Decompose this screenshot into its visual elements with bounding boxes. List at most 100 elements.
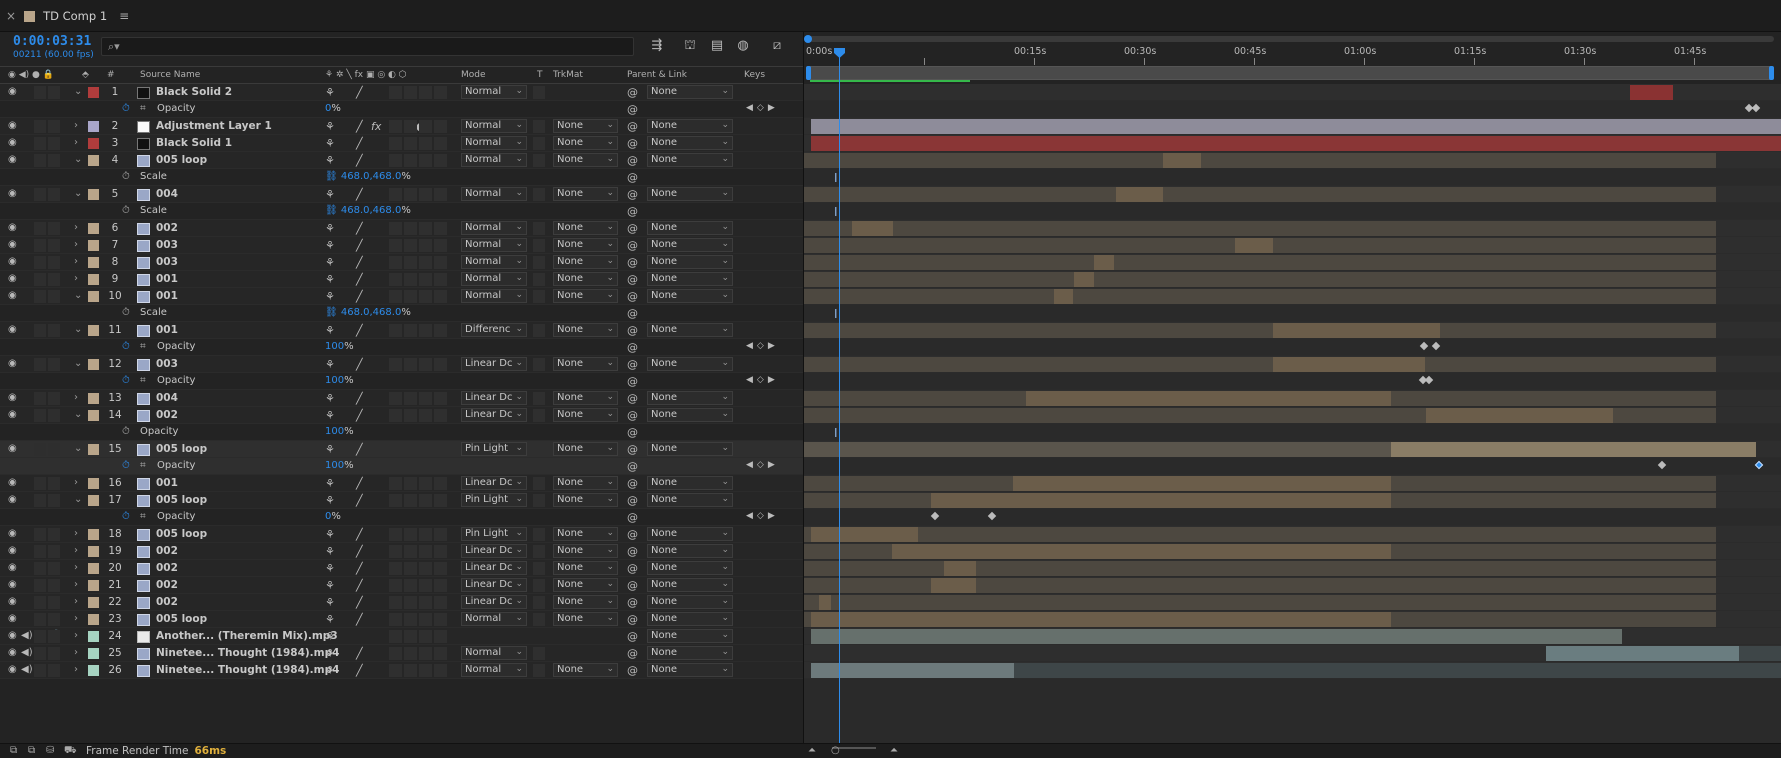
- layer-duration-bar[interactable]: [1426, 408, 1613, 423]
- timeline-track[interactable]: [804, 594, 1781, 611]
- quality-icon[interactable]: ╱: [356, 647, 363, 660]
- visibility-eye-icon[interactable]: ◉: [8, 222, 17, 233]
- switch-cell[interactable]: [404, 154, 417, 167]
- switch-cell[interactable]: [434, 562, 447, 575]
- pick-whip-icon[interactable]: @: [627, 579, 638, 592]
- quality-icon[interactable]: ╱: [356, 120, 363, 133]
- property-row[interactable]: ⏱ ⌗ Opacity 0% @ ◀◇▶: [0, 101, 803, 118]
- switch-cell[interactable]: [434, 154, 447, 167]
- switch-cell[interactable]: [404, 647, 417, 660]
- layer-duration-bar[interactable]: [804, 255, 1716, 270]
- expression-pick-whip-icon[interactable]: @: [627, 426, 638, 439]
- visibility-eye-icon[interactable]: ◉: [8, 154, 17, 165]
- switch-cell[interactable]: [419, 443, 432, 456]
- parent-select[interactable]: None ⌄: [647, 187, 733, 201]
- lock-switch[interactable]: [48, 256, 60, 269]
- layer-duration-bar[interactable]: [804, 272, 1716, 287]
- blend-mode-select[interactable]: Linear Dc ⌄: [461, 561, 527, 575]
- blend-mode-select[interactable]: Differenc ⌄: [461, 323, 527, 337]
- lock-switch[interactable]: [48, 443, 60, 456]
- solo-switch[interactable]: [34, 273, 46, 286]
- t-column-header[interactable]: T: [537, 70, 543, 80]
- switch-cell[interactable]: [419, 222, 432, 235]
- label-color-swatch[interactable]: [88, 444, 99, 455]
- switch-cell[interactable]: [404, 443, 417, 456]
- switch-cell[interactable]: [389, 222, 402, 235]
- layer-name[interactable]: 005 loop: [156, 613, 207, 625]
- switch-cell[interactable]: [434, 494, 447, 507]
- switch-cell[interactable]: [404, 562, 417, 575]
- pick-whip-icon[interactable]: @: [627, 613, 638, 626]
- pick-whip-icon[interactable]: @: [627, 630, 638, 643]
- visibility-eye-icon[interactable]: ◉: [8, 409, 17, 420]
- pick-whip-icon[interactable]: @: [627, 273, 638, 286]
- layer-row[interactable]: ◉ › 19 002 ⚘ ╱ Linear Dc ⌄ None ⌄ @ None ⌄: [0, 543, 803, 560]
- lock-switch[interactable]: [48, 596, 60, 609]
- parent-select[interactable]: None ⌄: [647, 527, 733, 541]
- blend-mode-select[interactable]: Normal ⌄: [461, 119, 527, 133]
- switch-cell[interactable]: [404, 409, 417, 422]
- switch-cell[interactable]: [389, 494, 402, 507]
- pick-whip-icon[interactable]: @: [627, 239, 638, 252]
- lock-switch[interactable]: [48, 630, 60, 643]
- solo-switch[interactable]: [34, 477, 46, 490]
- switch-cell[interactable]: [419, 120, 432, 133]
- zoom-in-icon[interactable]: ⏶: [890, 745, 898, 756]
- switch-cell[interactable]: [389, 324, 402, 337]
- expression-pick-whip-icon[interactable]: @: [627, 511, 638, 524]
- layer-name[interactable]: 005 loop: [156, 494, 207, 506]
- visibility-eye-icon[interactable]: ◉: [8, 562, 17, 573]
- graph-icon[interactable]: ⌗: [140, 103, 146, 114]
- switch-cell[interactable]: [419, 409, 432, 422]
- switch-cell[interactable]: [404, 86, 417, 99]
- layer-duration-bar[interactable]: [1630, 85, 1673, 100]
- chevron-right-icon[interactable]: ›: [74, 120, 78, 131]
- layer-name[interactable]: Adjustment Layer 1: [156, 120, 272, 132]
- stopwatch-icon[interactable]: ⏱: [122, 426, 130, 437]
- shy-icon[interactable]: ⚘: [325, 86, 335, 99]
- switch-cell[interactable]: [419, 579, 432, 592]
- layer-row[interactable]: ◉ › 21 002 ⚘ ╱ Linear Dc ⌄ None ⌄ @ None ⌄: [0, 577, 803, 594]
- layer-name[interactable]: Ninetee... Thought (1984).mp4: [156, 647, 339, 659]
- switch-cell[interactable]: [434, 579, 447, 592]
- layer-name[interactable]: 001: [156, 273, 178, 285]
- switch-cell[interactable]: [404, 256, 417, 269]
- keyframe-diamond[interactable]: [1431, 341, 1441, 351]
- pick-whip-icon[interactable]: @: [627, 528, 638, 541]
- expression-pick-whip-icon[interactable]: @: [627, 205, 638, 218]
- expression-pick-whip-icon[interactable]: @: [627, 460, 638, 473]
- quality-icon[interactable]: ╱: [356, 392, 363, 405]
- preserve-transparency-switch[interactable]: [533, 409, 545, 422]
- graph-editor-icon[interactable]: ⧄: [768, 38, 786, 54]
- switch-cell[interactable]: [434, 86, 447, 99]
- solo-switch[interactable]: [34, 409, 46, 422]
- visibility-eye-icon[interactable]: ◉: [8, 664, 17, 675]
- track-matte-select[interactable]: None ⌄: [553, 595, 618, 609]
- parent-select[interactable]: None ⌄: [647, 493, 733, 507]
- timeline-track[interactable]: [804, 101, 1781, 118]
- lock-switch[interactable]: [48, 154, 60, 167]
- pick-whip-icon[interactable]: @: [627, 664, 638, 677]
- chevron-down-icon[interactable]: ⌄: [74, 86, 82, 97]
- blend-mode-select[interactable]: Normal ⌄: [461, 646, 527, 660]
- property-value[interactable]: 0%: [325, 103, 341, 114]
- visibility-eye-icon[interactable]: ◉: [8, 545, 17, 556]
- chevron-down-icon[interactable]: ⌄: [74, 409, 82, 420]
- shy-icon[interactable]: ⚘: [325, 256, 335, 269]
- chevron-right-icon[interactable]: ›: [74, 256, 78, 267]
- lock-switch[interactable]: [48, 86, 60, 99]
- switch-cell[interactable]: [389, 545, 402, 558]
- visibility-eye-icon[interactable]: ◉: [8, 256, 17, 267]
- visibility-eye-icon[interactable]: ◉: [8, 137, 17, 148]
- layer-duration-bar[interactable]: [811, 119, 1781, 134]
- switch-cell[interactable]: [419, 630, 432, 643]
- quality-icon[interactable]: ╱: [356, 137, 363, 150]
- switch-cell[interactable]: [419, 137, 432, 150]
- layer-duration-bar[interactable]: [804, 153, 1716, 168]
- source-name-column-header[interactable]: Source Name: [140, 70, 200, 80]
- blend-mode-select[interactable]: Normal ⌄: [461, 238, 527, 252]
- shy-icon[interactable]: ⚘: [325, 494, 335, 507]
- timeline-track[interactable]: [804, 475, 1781, 492]
- pick-whip-icon[interactable]: @: [627, 647, 638, 660]
- preserve-transparency-switch[interactable]: [533, 528, 545, 541]
